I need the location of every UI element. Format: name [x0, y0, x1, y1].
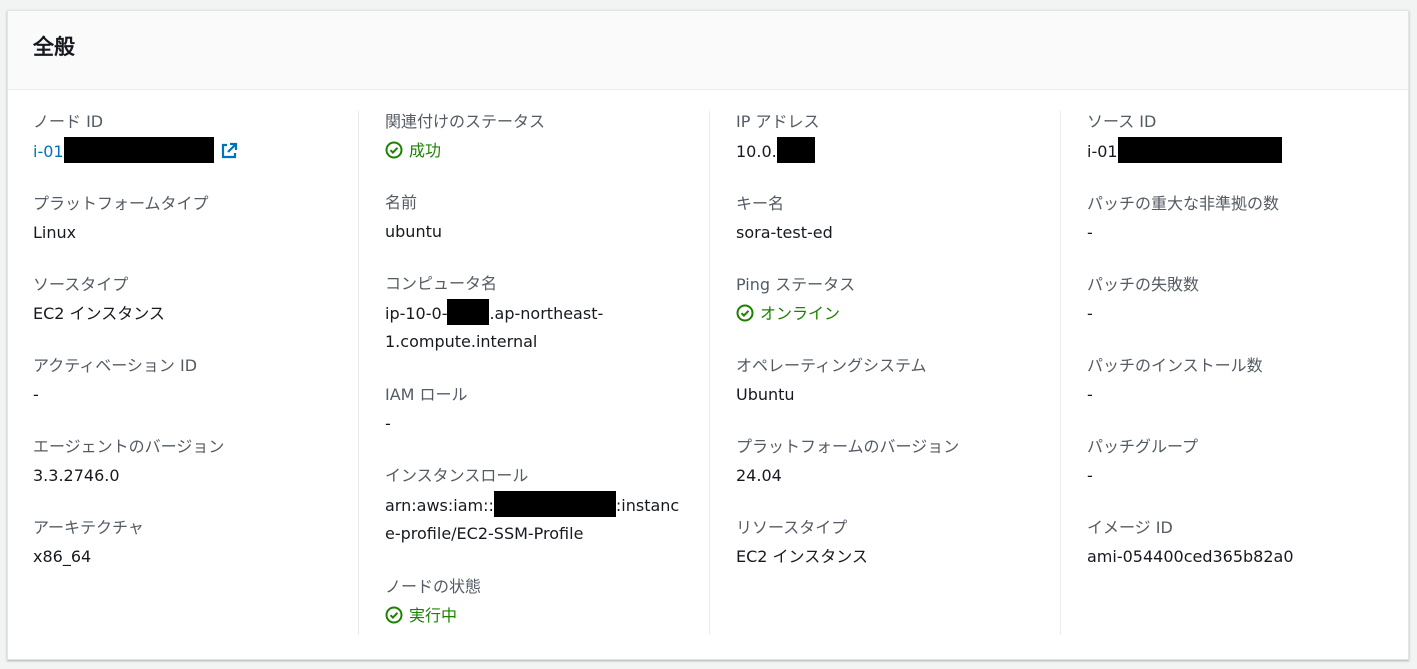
image-id-value: ami-054400ced365b82a0 — [1087, 547, 1294, 566]
field-image-id: イメージ ID ami-054400ced365b82a0 — [1087, 517, 1400, 570]
node-state-text: 実行中 — [409, 606, 458, 625]
image-id-label: イメージ ID — [1087, 518, 1173, 537]
iam-role-value: - — [385, 414, 391, 433]
computer-name-label: コンピュータ名 — [385, 274, 498, 293]
platform-version-value: 24.04 — [736, 466, 782, 485]
platform-type-label: プラットフォームタイプ — [33, 194, 209, 213]
field-resource-type: リソースタイプ EC2 インスタンス — [736, 517, 1060, 570]
architecture-value: x86_64 — [33, 547, 92, 566]
patch-group-label: パッチグループ — [1087, 437, 1199, 456]
field-iam-role: IAM ロール - — [385, 384, 709, 437]
details-column-3: IP アドレス 10.0. キー名 sora-test-ed Ping ステータ… — [709, 111, 1060, 635]
computer-name-value: ip-10-0- .ap-northeast-1.compute.internal — [385, 299, 615, 356]
source-type-label: ソースタイプ — [33, 275, 129, 294]
node-state-label: ノードの状態 — [385, 577, 482, 596]
field-name: 名前 ubuntu — [385, 192, 709, 245]
check-circle-icon — [385, 606, 403, 624]
check-circle-icon — [736, 304, 754, 322]
instance-role-prefix: arn:aws:iam:: — [385, 496, 494, 515]
key-name-label: キー名 — [736, 194, 785, 213]
redaction-box — [447, 299, 490, 325]
node-id-prefix: i-01 — [33, 142, 64, 161]
field-instance-role: インスタンスロール arn:aws:iam:::instance-profile… — [385, 465, 709, 548]
patch-installed-value: - — [1087, 385, 1093, 404]
source-type-value: EC2 インスタンス — [33, 304, 165, 323]
platform-type-value: Linux — [33, 223, 77, 242]
patch-critical-noncompliant-label: パッチの重大な非準拠の数 — [1087, 194, 1280, 213]
field-key-name: キー名 sora-test-ed — [736, 193, 1060, 246]
ip-address-label: IP アドレス — [736, 112, 820, 131]
ping-status-value: オンライン — [736, 300, 1060, 327]
activation-id-label: アクティベーション ID — [33, 356, 198, 375]
field-patch-installed: パッチのインストール数 - — [1087, 355, 1400, 408]
os-value: Ubuntu — [736, 385, 795, 404]
external-link-icon[interactable] — [220, 142, 238, 160]
source-id-prefix: i-01 — [1087, 142, 1118, 161]
field-operating-system: オペレーティングシステム Ubuntu — [736, 355, 1060, 408]
details-column-1: ノード ID i-01 プラットフォームタイプ Linux ソースタイプ EC2… — [33, 111, 348, 635]
field-agent-version: エージェントのバージョン 3.3.2746.0 — [33, 436, 348, 489]
panel-title: 全般 — [33, 35, 75, 59]
patch-failed-label: パッチの失敗数 — [1087, 275, 1200, 294]
details-columns: ノード ID i-01 プラットフォームタイプ Linux ソースタイプ EC2… — [8, 111, 1408, 635]
activation-id-value: - — [33, 385, 39, 404]
platform-version-label: プラットフォームのバージョン — [736, 437, 960, 456]
field-platform-type: プラットフォームタイプ Linux — [33, 193, 348, 246]
architecture-label: アーキテクチャ — [33, 518, 144, 537]
redaction-box — [1117, 137, 1282, 163]
details-column-4: ソース ID i-01 パッチの重大な非準拠の数 - パッチの失敗数 - パッチ… — [1060, 111, 1400, 635]
os-label: オペレーティングシステム — [736, 356, 927, 375]
patch-group-value: - — [1087, 466, 1093, 485]
node-id-link[interactable]: i-01 — [33, 137, 238, 163]
resource-type-label: リソースタイプ — [736, 518, 848, 537]
ping-status-text: オンライン — [760, 304, 841, 323]
source-id-label: ソース ID — [1087, 112, 1157, 131]
field-computer-name: コンピュータ名 ip-10-0- .ap-northeast-1.compute.… — [385, 273, 709, 356]
redaction-box — [776, 137, 815, 163]
field-source-type: ソースタイプ EC2 インスタンス — [33, 274, 348, 327]
field-patch-critical-noncompliant: パッチの重大な非準拠の数 - — [1087, 193, 1400, 246]
instance-role-value: arn:aws:iam:::instance-profile/EC2-SSM-P… — [385, 491, 685, 548]
details-column-2: 関連付けのステータス 成功 名前 ubuntu コンピュータ名 ip-10-0-… — [358, 111, 709, 635]
name-value: ubuntu — [385, 222, 442, 241]
iam-role-label: IAM ロール — [385, 385, 468, 404]
field-activation-id: アクティベーション ID - — [33, 355, 348, 408]
association-status-label: 関連付けのステータス — [385, 112, 546, 131]
panel-header: 全般 — [8, 11, 1408, 90]
ping-status-label: Ping ステータス — [736, 275, 856, 294]
field-node-state: ノードの状態 実行中 — [385, 576, 709, 629]
field-node-id: ノード ID i-01 — [33, 111, 348, 165]
agent-version-label: エージェントのバージョン — [33, 437, 225, 456]
ip-address-prefix: 10.0. — [736, 142, 777, 161]
field-ip-address: IP アドレス 10.0. — [736, 111, 1060, 165]
field-architecture: アーキテクチャ x86_64 — [33, 517, 348, 570]
computer-name-prefix: ip-10-0- — [385, 304, 448, 323]
field-ping-status: Ping ステータス オンライン — [736, 274, 1060, 327]
field-source-id: ソース ID i-01 — [1087, 111, 1400, 165]
field-association-status: 関連付けのステータス 成功 — [385, 111, 709, 164]
field-patch-failed: パッチの失敗数 - — [1087, 274, 1400, 327]
node-id-value: i-01 — [33, 137, 348, 165]
check-circle-icon — [385, 141, 403, 159]
node-state-value: 実行中 — [385, 602, 709, 629]
source-id-value: i-01 — [1087, 137, 1400, 165]
redaction-box — [63, 137, 214, 163]
name-label: 名前 — [385, 193, 418, 212]
node-id-label: ノード ID — [33, 112, 104, 131]
patch-failed-value: - — [1087, 304, 1093, 323]
field-platform-version: プラットフォームのバージョン 24.04 — [736, 436, 1060, 489]
association-status-text: 成功 — [409, 141, 442, 160]
instance-role-label: インスタンスロール — [385, 466, 529, 485]
redaction-box — [493, 491, 616, 517]
patch-critical-noncompliant-value: - — [1087, 223, 1093, 242]
general-panel: 全般 ノード ID i-01 プラットフォームタイプ Linux ソースタイプ … — [7, 10, 1409, 660]
ip-address-value: 10.0. — [736, 137, 1060, 165]
key-name-value: sora-test-ed — [736, 223, 833, 242]
field-patch-group: パッチグループ - — [1087, 436, 1400, 489]
resource-type-value: EC2 インスタンス — [736, 547, 868, 566]
patch-installed-label: パッチのインストール数 — [1087, 356, 1263, 375]
agent-version-value: 3.3.2746.0 — [33, 466, 120, 485]
association-status-value: 成功 — [385, 137, 709, 164]
